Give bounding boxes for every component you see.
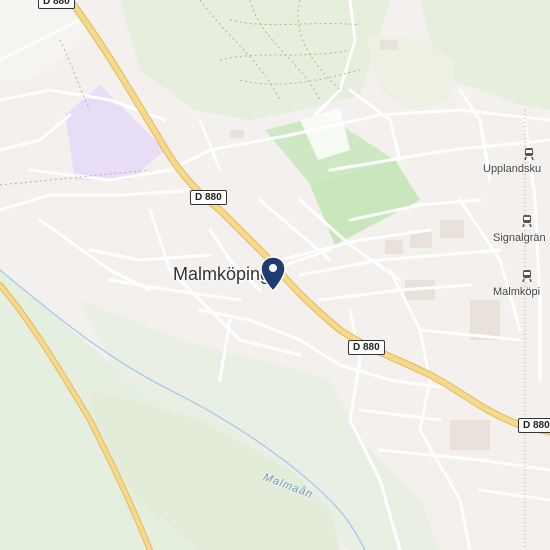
location-pin-icon[interactable] [260,256,286,292]
town-label[interactable]: Malmköping [173,264,270,285]
station-label-upplandsku[interactable]: Upplandsku [483,163,541,175]
station-label-signalgran[interactable]: Signalgrän [493,232,546,244]
road-label-d880: D 880 [518,418,550,433]
road-label-d880: D 880 [38,0,75,9]
map-view[interactable]: D 880 D 880 D 880 D 880 Malmköping Uppla… [0,0,550,550]
train-icon [524,148,534,160]
station-label-malmkoping[interactable]: Malmköpi [493,286,540,298]
road-label-d880: D 880 [348,340,385,355]
train-icon [522,215,532,227]
train-icon [522,270,532,282]
road-label-d880: D 880 [190,190,227,205]
